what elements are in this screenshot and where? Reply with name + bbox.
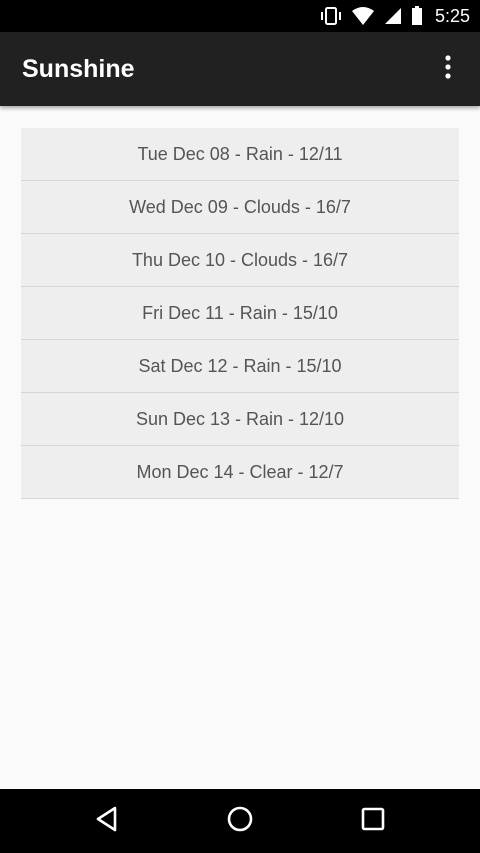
app-title: Sunshine [22, 55, 135, 83]
forecast-list-item[interactable]: Mon Dec 14 - Clear - 12/7 [21, 446, 459, 499]
home-button[interactable] [208, 789, 272, 853]
forecast-list-item[interactable]: Thu Dec 10 - Clouds - 16/7 [21, 234, 459, 287]
battery-icon [411, 6, 423, 26]
recents-button[interactable] [341, 789, 405, 853]
forecast-list: Tue Dec 08 - Rain - 12/11 Wed Dec 09 - C… [21, 128, 459, 499]
back-button[interactable] [75, 789, 139, 853]
screen: 5:25 Sunshine Tue Dec 08 - Rain - 12/11 … [0, 0, 480, 853]
back-icon [93, 805, 121, 838]
forecast-list-item[interactable]: Wed Dec 09 - Clouds - 16/7 [21, 181, 459, 234]
recents-icon [360, 806, 386, 837]
forecast-list-item[interactable]: Fri Dec 11 - Rain - 15/10 [21, 287, 459, 340]
forecast-list-item[interactable]: Tue Dec 08 - Rain - 12/11 [21, 128, 459, 181]
forecast-list-item[interactable]: Sun Dec 13 - Rain - 12/10 [21, 393, 459, 446]
navigation-bar [0, 789, 480, 853]
overflow-menu-button[interactable] [432, 53, 464, 85]
home-icon [226, 805, 254, 838]
overflow-menu-icon [444, 54, 452, 84]
forecast-list-item[interactable]: Sat Dec 12 - Rain - 15/10 [21, 340, 459, 393]
cell-signal-icon [383, 6, 403, 26]
status-icons: 5:25 [319, 0, 470, 32]
vibrate-icon [319, 6, 343, 26]
wifi-icon [351, 6, 375, 26]
status-bar: 5:25 [0, 0, 480, 32]
status-clock: 5:25 [434, 5, 470, 26]
app-bar: Sunshine [0, 32, 480, 106]
